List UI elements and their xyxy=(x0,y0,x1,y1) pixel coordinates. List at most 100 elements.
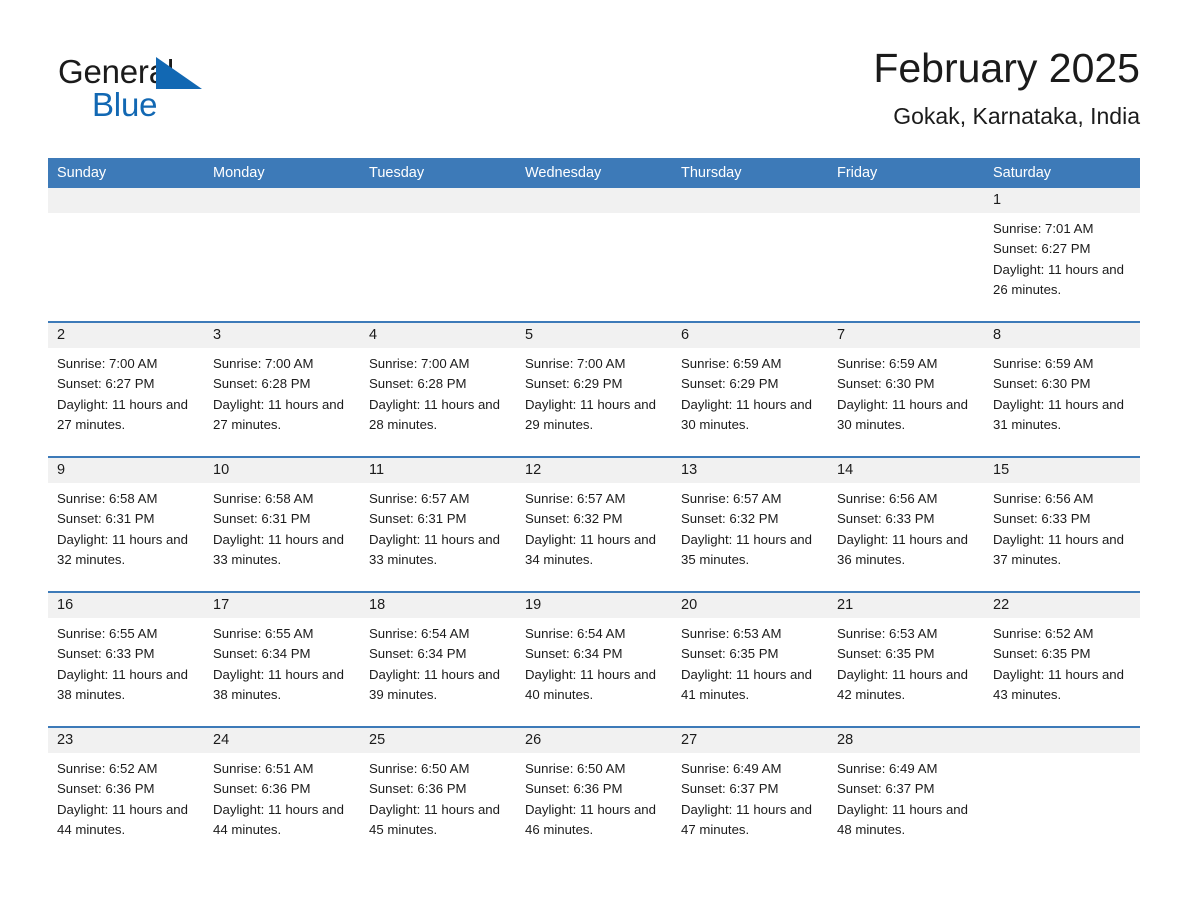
day-number: 5 xyxy=(516,323,672,348)
day-info: Sunrise: 6:57 AM Sunset: 6:32 PM Daylight:… xyxy=(516,483,672,570)
day-number: 3 xyxy=(204,323,360,348)
day-cell[interactable]: 26 Sunrise: 6:50 AM Sunset: 6:36 PM Dayligh… xyxy=(516,728,672,861)
day-number: 22 xyxy=(984,593,1140,618)
day-cell[interactable]: 8 Sunrise: 6:59 AM Sunset: 6:30 PM Daylight… xyxy=(984,323,1140,456)
day-cell[interactable]: 10 Sunrise: 6:58 AM Sunset: 6:31 PM Dayligh… xyxy=(204,458,360,591)
day-number: 13 xyxy=(672,458,828,483)
day-info: Sunrise: 6:55 AM Sunset: 6:34 PM Daylight:… xyxy=(204,618,360,705)
sunset-text: Sunset: 6:34 PM xyxy=(213,646,311,662)
day-info: Sunrise: 6:56 AM Sunset: 6:33 PM Daylight:… xyxy=(828,483,984,570)
day-number: 16 xyxy=(48,593,204,618)
daylight-text: Daylight: 11 hours and 40 minutes. xyxy=(525,666,656,702)
week-row: 9 Sunrise: 6:58 AM Sunset: 6:31 PM Daylight… xyxy=(48,456,1140,591)
day-cell[interactable]: 2 Sunrise: 7:00 AM Sunset: 6:27 PM Daylight… xyxy=(48,323,204,456)
week-row: 23 Sunrise: 6:52 AM Sunset: 6:36 PM Dayligh… xyxy=(48,726,1140,861)
day-cell[interactable]: 27 Sunrise: 6:49 AM Sunset: 6:37 PM Dayligh… xyxy=(672,728,828,861)
page-title: February 2025 xyxy=(873,45,1140,91)
weekday-header-tuesday: Tuesday xyxy=(369,165,425,181)
week-row: 2 Sunrise: 7:00 AM Sunset: 6:27 PM Daylight… xyxy=(48,321,1140,456)
calendar-table: Sunday Monday Tuesday Wednesday Thursday Frid… xyxy=(48,158,1140,861)
sunrise-text: Sunrise: 6:59 AM xyxy=(993,356,1094,371)
sunset-text: Sunset: 6:27 PM xyxy=(57,376,155,392)
sunrise-text: Sunrise: 6:54 AM xyxy=(369,626,470,641)
daylight-text: Daylight: 11 hours and 31 minutes. xyxy=(993,396,1124,432)
day-cell[interactable]: 1 Sunrise: 7:01 AM Sunset: 6:27 PM Daylight… xyxy=(984,188,1140,321)
sunrise-text: Sunrise: 6:57 AM xyxy=(681,491,782,506)
sunset-text: Sunset: 6:28 PM xyxy=(213,376,311,392)
day-number: 7 xyxy=(828,323,984,348)
day-number: 4 xyxy=(360,323,516,348)
sunset-text: Sunset: 6:37 PM xyxy=(681,781,779,797)
day-info: Sunrise: 7:00 AM Sunset: 6:27 PM Daylight:… xyxy=(48,348,204,435)
sunrise-text: Sunrise: 6:52 AM xyxy=(57,761,158,776)
day-info: Sunrise: 6:52 AM Sunset: 6:35 PM Daylight:… xyxy=(984,618,1140,705)
day-info: Sunrise: 6:52 AM Sunset: 6:36 PM Daylight:… xyxy=(48,753,204,840)
day-cell[interactable]: 21 Sunrise: 6:53 AM Sunset: 6:35 PM Dayligh… xyxy=(828,593,984,726)
weekday-header-thursday: Thursday xyxy=(681,165,742,181)
day-cell[interactable]: 19 Sunrise: 6:54 AM Sunset: 6:34 PM Dayligh… xyxy=(516,593,672,726)
sunrise-text: Sunrise: 7:00 AM xyxy=(525,356,626,371)
day-number: 6 xyxy=(672,323,828,348)
day-cell[interactable]: 17 Sunrise: 6:55 AM Sunset: 6:34 PM Dayligh… xyxy=(204,593,360,726)
daylight-text: Daylight: 11 hours and 27 minutes. xyxy=(213,396,344,432)
sunset-text: Sunset: 6:35 PM xyxy=(993,646,1091,662)
day-cell[interactable]: 14 Sunrise: 6:56 AM Sunset: 6:33 PM Dayligh… xyxy=(828,458,984,591)
daylight-text: Daylight: 11 hours and 33 minutes. xyxy=(369,531,500,567)
day-cell-empty xyxy=(360,188,516,321)
sunset-text: Sunset: 6:36 PM xyxy=(57,781,155,797)
day-cell[interactable]: 3 Sunrise: 7:00 AM Sunset: 6:28 PM Daylight… xyxy=(204,323,360,456)
day-cell[interactable]: 18 Sunrise: 6:54 AM Sunset: 6:34 PM Dayligh… xyxy=(360,593,516,726)
sunrise-text: Sunrise: 6:54 AM xyxy=(525,626,626,641)
day-cell[interactable]: 20 Sunrise: 6:53 AM Sunset: 6:35 PM Dayligh… xyxy=(672,593,828,726)
general-blue-logo[interactable]: General Blue xyxy=(58,52,208,130)
day-info: Sunrise: 6:53 AM Sunset: 6:35 PM Daylight:… xyxy=(672,618,828,705)
day-number: 1 xyxy=(984,188,1140,213)
day-info: Sunrise: 6:55 AM Sunset: 6:33 PM Daylight:… xyxy=(48,618,204,705)
day-number: 26 xyxy=(516,728,672,753)
day-cell[interactable]: 6 Sunrise: 6:59 AM Sunset: 6:29 PM Daylight… xyxy=(672,323,828,456)
day-number: 10 xyxy=(204,458,360,483)
day-number: 28 xyxy=(828,728,984,753)
sunrise-text: Sunrise: 7:00 AM xyxy=(213,356,314,371)
sunrise-text: Sunrise: 6:50 AM xyxy=(525,761,626,776)
sunset-text: Sunset: 6:32 PM xyxy=(681,511,779,527)
sunset-text: Sunset: 6:31 PM xyxy=(57,511,155,527)
sunset-text: Sunset: 6:31 PM xyxy=(213,511,311,527)
day-info: Sunrise: 6:49 AM Sunset: 6:37 PM Daylight:… xyxy=(828,753,984,840)
day-number xyxy=(984,728,1140,753)
day-cell[interactable]: 7 Sunrise: 6:59 AM Sunset: 6:30 PM Daylight… xyxy=(828,323,984,456)
day-cell[interactable]: 24 Sunrise: 6:51 AM Sunset: 6:36 PM Dayligh… xyxy=(204,728,360,861)
day-cell[interactable]: 28 Sunrise: 6:49 AM Sunset: 6:37 PM Dayligh… xyxy=(828,728,984,861)
day-number: 9 xyxy=(48,458,204,483)
sunset-text: Sunset: 6:36 PM xyxy=(369,781,467,797)
sunrise-text: Sunrise: 6:53 AM xyxy=(837,626,938,641)
day-cell[interactable]: 16 Sunrise: 6:55 AM Sunset: 6:33 PM Dayligh… xyxy=(48,593,204,726)
day-cell[interactable]: 5 Sunrise: 7:00 AM Sunset: 6:29 PM Daylight… xyxy=(516,323,672,456)
day-number: 24 xyxy=(204,728,360,753)
sunrise-text: Sunrise: 6:59 AM xyxy=(681,356,782,371)
sunset-text: Sunset: 6:36 PM xyxy=(213,781,311,797)
day-cell[interactable]: 4 Sunrise: 7:00 AM Sunset: 6:28 PM Daylight… xyxy=(360,323,516,456)
calendar-body: 1 Sunrise: 7:01 AM Sunset: 6:27 PM Daylight… xyxy=(48,188,1140,861)
day-cell[interactable]: 9 Sunrise: 6:58 AM Sunset: 6:31 PM Daylight… xyxy=(48,458,204,591)
daylight-text: Daylight: 11 hours and 30 minutes. xyxy=(681,396,812,432)
sunrise-text: Sunrise: 6:53 AM xyxy=(681,626,782,641)
daylight-text: Daylight: 11 hours and 44 minutes. xyxy=(213,801,344,837)
day-cell[interactable]: 23 Sunrise: 6:52 AM Sunset: 6:36 PM Dayligh… xyxy=(48,728,204,861)
daylight-text: Daylight: 11 hours and 33 minutes. xyxy=(213,531,344,567)
day-cell[interactable]: 11 Sunrise: 6:57 AM Sunset: 6:31 PM Dayligh… xyxy=(360,458,516,591)
day-cell[interactable]: 22 Sunrise: 6:52 AM Sunset: 6:35 PM Dayligh… xyxy=(984,593,1140,726)
day-cell[interactable]: 15 Sunrise: 6:56 AM Sunset: 6:33 PM Dayligh… xyxy=(984,458,1140,591)
day-info: Sunrise: 6:50 AM Sunset: 6:36 PM Daylight:… xyxy=(360,753,516,840)
day-cell[interactable]: 13 Sunrise: 6:57 AM Sunset: 6:32 PM Dayligh… xyxy=(672,458,828,591)
day-cell[interactable]: 25 Sunrise: 6:50 AM Sunset: 6:36 PM Dayligh… xyxy=(360,728,516,861)
day-number: 8 xyxy=(984,323,1140,348)
weekday-header-monday: Monday xyxy=(213,165,265,181)
daylight-text: Daylight: 11 hours and 38 minutes. xyxy=(213,666,344,702)
day-number: 11 xyxy=(360,458,516,483)
day-number: 19 xyxy=(516,593,672,618)
day-cell[interactable]: 12 Sunrise: 6:57 AM Sunset: 6:32 PM Dayligh… xyxy=(516,458,672,591)
sunset-text: Sunset: 6:28 PM xyxy=(369,376,467,392)
weekday-header-friday: Friday xyxy=(837,165,878,181)
weekday-header-saturday: Saturday xyxy=(993,165,1052,181)
